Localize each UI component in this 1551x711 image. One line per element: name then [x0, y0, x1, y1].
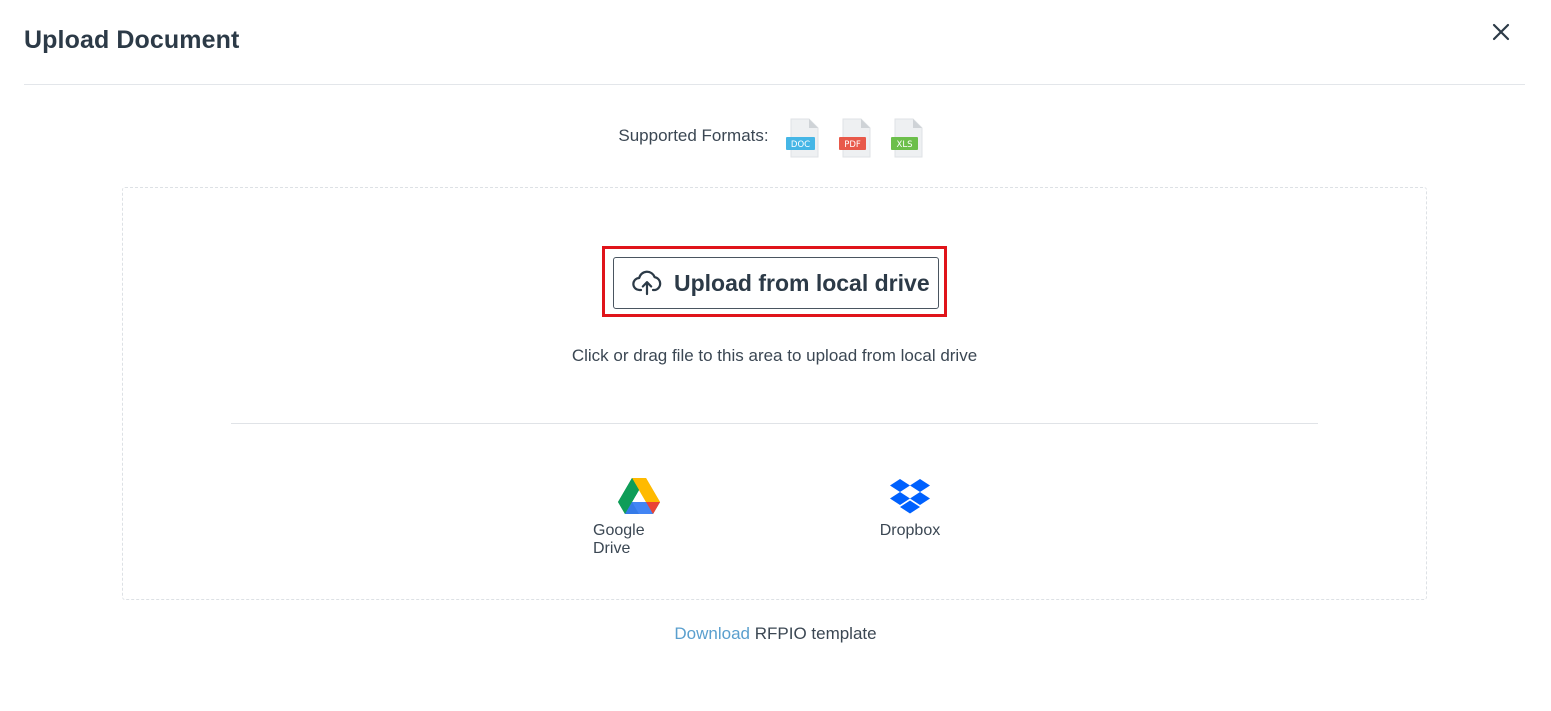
- upload-hint-text: Click or drag file to this area to uploa…: [571, 346, 978, 365]
- google-drive-label: Google Drive: [593, 522, 645, 557]
- modal-header: Upload Document: [24, 0, 1525, 85]
- pdf-file-icon: PDF: [837, 118, 873, 158]
- upload-from-local-drive-button[interactable]: Upload from local drive: [613, 257, 939, 309]
- dropbox-icon: [890, 479, 930, 514]
- close-button[interactable]: [1489, 20, 1513, 44]
- xls-file-icon: XLS: [889, 118, 925, 158]
- upload-button-highlight: Upload from local drive: [602, 246, 947, 317]
- dropbox-button[interactable]: Dropbox: [877, 478, 943, 540]
- download-link[interactable]: Download: [674, 624, 750, 643]
- xls-format-tag: XLS: [896, 140, 912, 150]
- close-icon: [1492, 23, 1510, 41]
- pdf-format-tag: PDF: [844, 140, 861, 150]
- divider: [231, 423, 1318, 424]
- google-drive-icon: [618, 478, 660, 514]
- supported-formats: Supported Formats: DOC PDF XLS: [0, 118, 1551, 158]
- dropbox-label: Dropbox: [879, 522, 941, 539]
- doc-file-icon: DOC: [785, 118, 821, 158]
- google-drive-button[interactable]: Google Drive: [593, 478, 685, 558]
- supported-formats-label: Supported Formats:: [618, 126, 769, 145]
- modal-title: Upload Document: [24, 26, 240, 54]
- template-text: RFPIO template: [750, 624, 877, 643]
- template-download-footer: Download RFPIO template: [0, 624, 1551, 644]
- doc-format-tag: DOC: [791, 140, 810, 150]
- file-drop-zone[interactable]: Upload from local drive Click or drag fi…: [122, 187, 1427, 600]
- upload-button-label: Upload from local drive: [674, 269, 930, 296]
- cloud-upload-icon: [632, 270, 662, 296]
- upload-document-modal: Upload Document Supported Formats: DOC P…: [0, 0, 1551, 711]
